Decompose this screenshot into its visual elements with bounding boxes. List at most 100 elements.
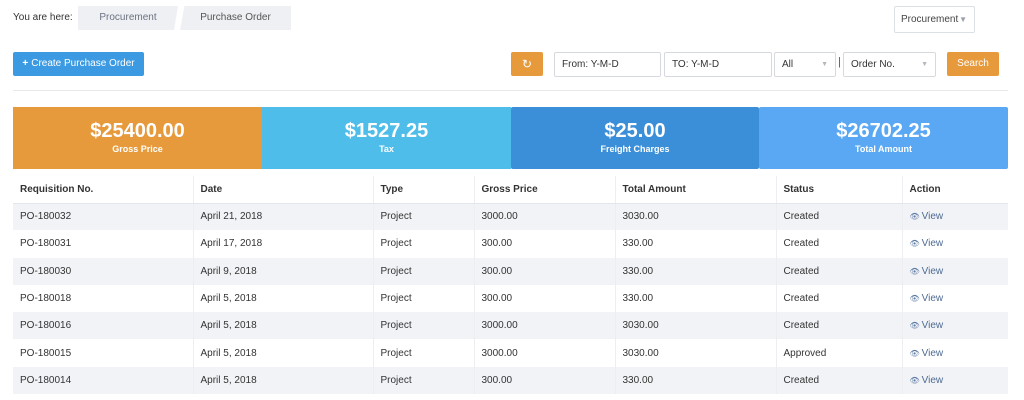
cell-action: 👁 View [901, 312, 1008, 340]
cell-gross-price: 3000.00 [473, 339, 615, 367]
module-select-value: Procurement [901, 14, 959, 25]
purchase-order-table: Requisition No. Date Type Gross Price To… [13, 176, 1008, 395]
cell-total-amount: 3030.00 [614, 339, 776, 367]
summary-label: Tax [379, 144, 394, 154]
create-purchase-order-button[interactable]: + Create Purchase Order [13, 52, 144, 76]
search-button[interactable]: Search [947, 52, 999, 76]
view-label: View [921, 320, 944, 332]
cell-date: April 9, 2018 [192, 257, 373, 285]
summary-amount: $1527.25 [344, 120, 429, 142]
to-date-field[interactable]: TO: Y-M-D [664, 52, 772, 77]
eye-icon: 👁 [909, 294, 920, 304]
chevron-down-icon: ▼ [821, 61, 828, 68]
view-link[interactable]: 👁 View [910, 211, 944, 222]
column-header-requisition-no[interactable]: Requisition No. [13, 176, 193, 204]
cell-gross-price: 3000.00 [473, 312, 615, 340]
column-header-status[interactable]: Status [775, 176, 902, 204]
summary-amount: $25.00 [604, 120, 666, 142]
column-header-date[interactable]: Date [192, 176, 373, 204]
cell-date: April 5, 2018 [192, 284, 373, 313]
cell-total-amount: 3030.00 [614, 312, 776, 340]
eye-icon: 👁 [909, 266, 920, 276]
search-by-select[interactable]: Order No. ▼ [843, 52, 936, 77]
breadcrumb-bar: You are here: Procurement Purchase Order… [0, 6, 1024, 33]
refresh-button[interactable]: ↻ [511, 52, 543, 76]
eye-icon: 👁 [909, 239, 920, 249]
cell-total-amount: 3030.00 [614, 203, 776, 231]
view-label: View [921, 347, 944, 359]
summary-card-total-amount: $26702.25 Total Amount [759, 107, 1008, 169]
filter-separator: | [838, 56, 841, 68]
cell-type: Project [372, 203, 474, 231]
cell-gross-price: 300.00 [473, 257, 615, 285]
cell-type: Project [372, 366, 474, 395]
table-row: PO-180014 April 5, 2018 Project 300.00 3… [13, 366, 1008, 395]
cell-action: 👁 View [901, 257, 1008, 285]
summary-label: Freight Charges [600, 144, 670, 154]
table-row: PO-180015 April 5, 2018 Project 3000.00 … [13, 339, 1008, 367]
eye-icon: 👁 [909, 348, 920, 358]
from-date-field[interactable]: From: Y-M-D [554, 52, 661, 77]
plus-icon: + [22, 58, 29, 69]
cell-type: Project [372, 284, 474, 313]
search-by-value: Order No. [851, 59, 895, 70]
cell-requisition-no: PO-180016 [13, 312, 193, 340]
cell-requisition-no: PO-180015 [13, 339, 193, 367]
cell-type: Project [372, 257, 474, 285]
summary-amount: $25400.00 [90, 120, 185, 142]
column-header-action: Action [901, 176, 1008, 204]
table-row: PO-180016 April 5, 2018 Project 3000.00 … [13, 312, 1008, 340]
view-label: View [921, 293, 944, 305]
cell-type: Project [372, 230, 474, 258]
cell-action: 👁 View [901, 366, 1008, 395]
view-label: View [921, 374, 944, 386]
breadcrumb-item-purchase-order[interactable]: Purchase Order [180, 6, 291, 30]
cell-date: April 21, 2018 [192, 203, 373, 231]
cell-total-amount: 330.00 [614, 230, 776, 258]
cell-gross-price: 3000.00 [473, 203, 615, 231]
cell-status: Created [775, 203, 902, 231]
module-select[interactable]: Procurement ▼ [894, 6, 975, 33]
cell-date: April 17, 2018 [192, 230, 373, 258]
column-header-type[interactable]: Type [372, 176, 474, 204]
cell-date: April 5, 2018 [192, 366, 373, 395]
view-link[interactable]: 👁 View [910, 238, 944, 249]
summary-cards: $25400.00 Gross Price $1527.25 Tax $25.0… [13, 107, 1008, 169]
cell-gross-price: 300.00 [473, 230, 615, 258]
table-row: PO-180030 April 9, 2018 Project 300.00 3… [13, 257, 1008, 285]
summary-card-freight-charges: $25.00 Freight Charges [511, 107, 759, 169]
cell-status: Created [775, 230, 902, 258]
cell-status: Approved [775, 339, 902, 367]
summary-label: Gross Price [112, 144, 163, 154]
cell-date: April 5, 2018 [192, 312, 373, 340]
cell-total-amount: 330.00 [614, 284, 776, 313]
view-label: View [921, 238, 944, 250]
column-header-total-amount[interactable]: Total Amount [614, 176, 776, 204]
status-filter-select[interactable]: All ▼ [774, 52, 836, 77]
chevron-down-icon: ▼ [921, 61, 928, 68]
eye-icon: 👁 [909, 212, 920, 222]
cell-requisition-no: PO-180031 [13, 230, 193, 258]
table-row: PO-180031 April 17, 2018 Project 300.00 … [13, 230, 1008, 258]
status-filter-value: All [782, 59, 794, 70]
cell-requisition-no: PO-180014 [13, 366, 193, 395]
view-link[interactable]: 👁 View [910, 348, 944, 359]
column-header-gross-price[interactable]: Gross Price [473, 176, 615, 204]
view-link[interactable]: 👁 View [910, 266, 944, 277]
view-label: View [921, 211, 944, 223]
breadcrumb-lead: You are here: [13, 12, 73, 23]
view-link[interactable]: 👁 View [910, 320, 944, 331]
cell-action: 👁 View [901, 284, 1008, 313]
summary-card-gross-price: $25400.00 Gross Price [13, 107, 262, 169]
view-link[interactable]: 👁 View [910, 293, 944, 304]
cell-gross-price: 300.00 [473, 284, 615, 313]
eye-icon: 👁 [909, 375, 920, 385]
summary-label: Total Amount [855, 144, 912, 154]
cell-status: Created [775, 257, 902, 285]
summary-card-tax: $1527.25 Tax [262, 107, 511, 169]
view-link[interactable]: 👁 View [910, 375, 944, 386]
refresh-icon: ↻ [521, 57, 533, 71]
table-header-row: Requisition No. Date Type Gross Price To… [13, 176, 1008, 204]
breadcrumb-item-procurement[interactable]: Procurement [78, 6, 178, 30]
cell-total-amount: 330.00 [614, 366, 776, 395]
